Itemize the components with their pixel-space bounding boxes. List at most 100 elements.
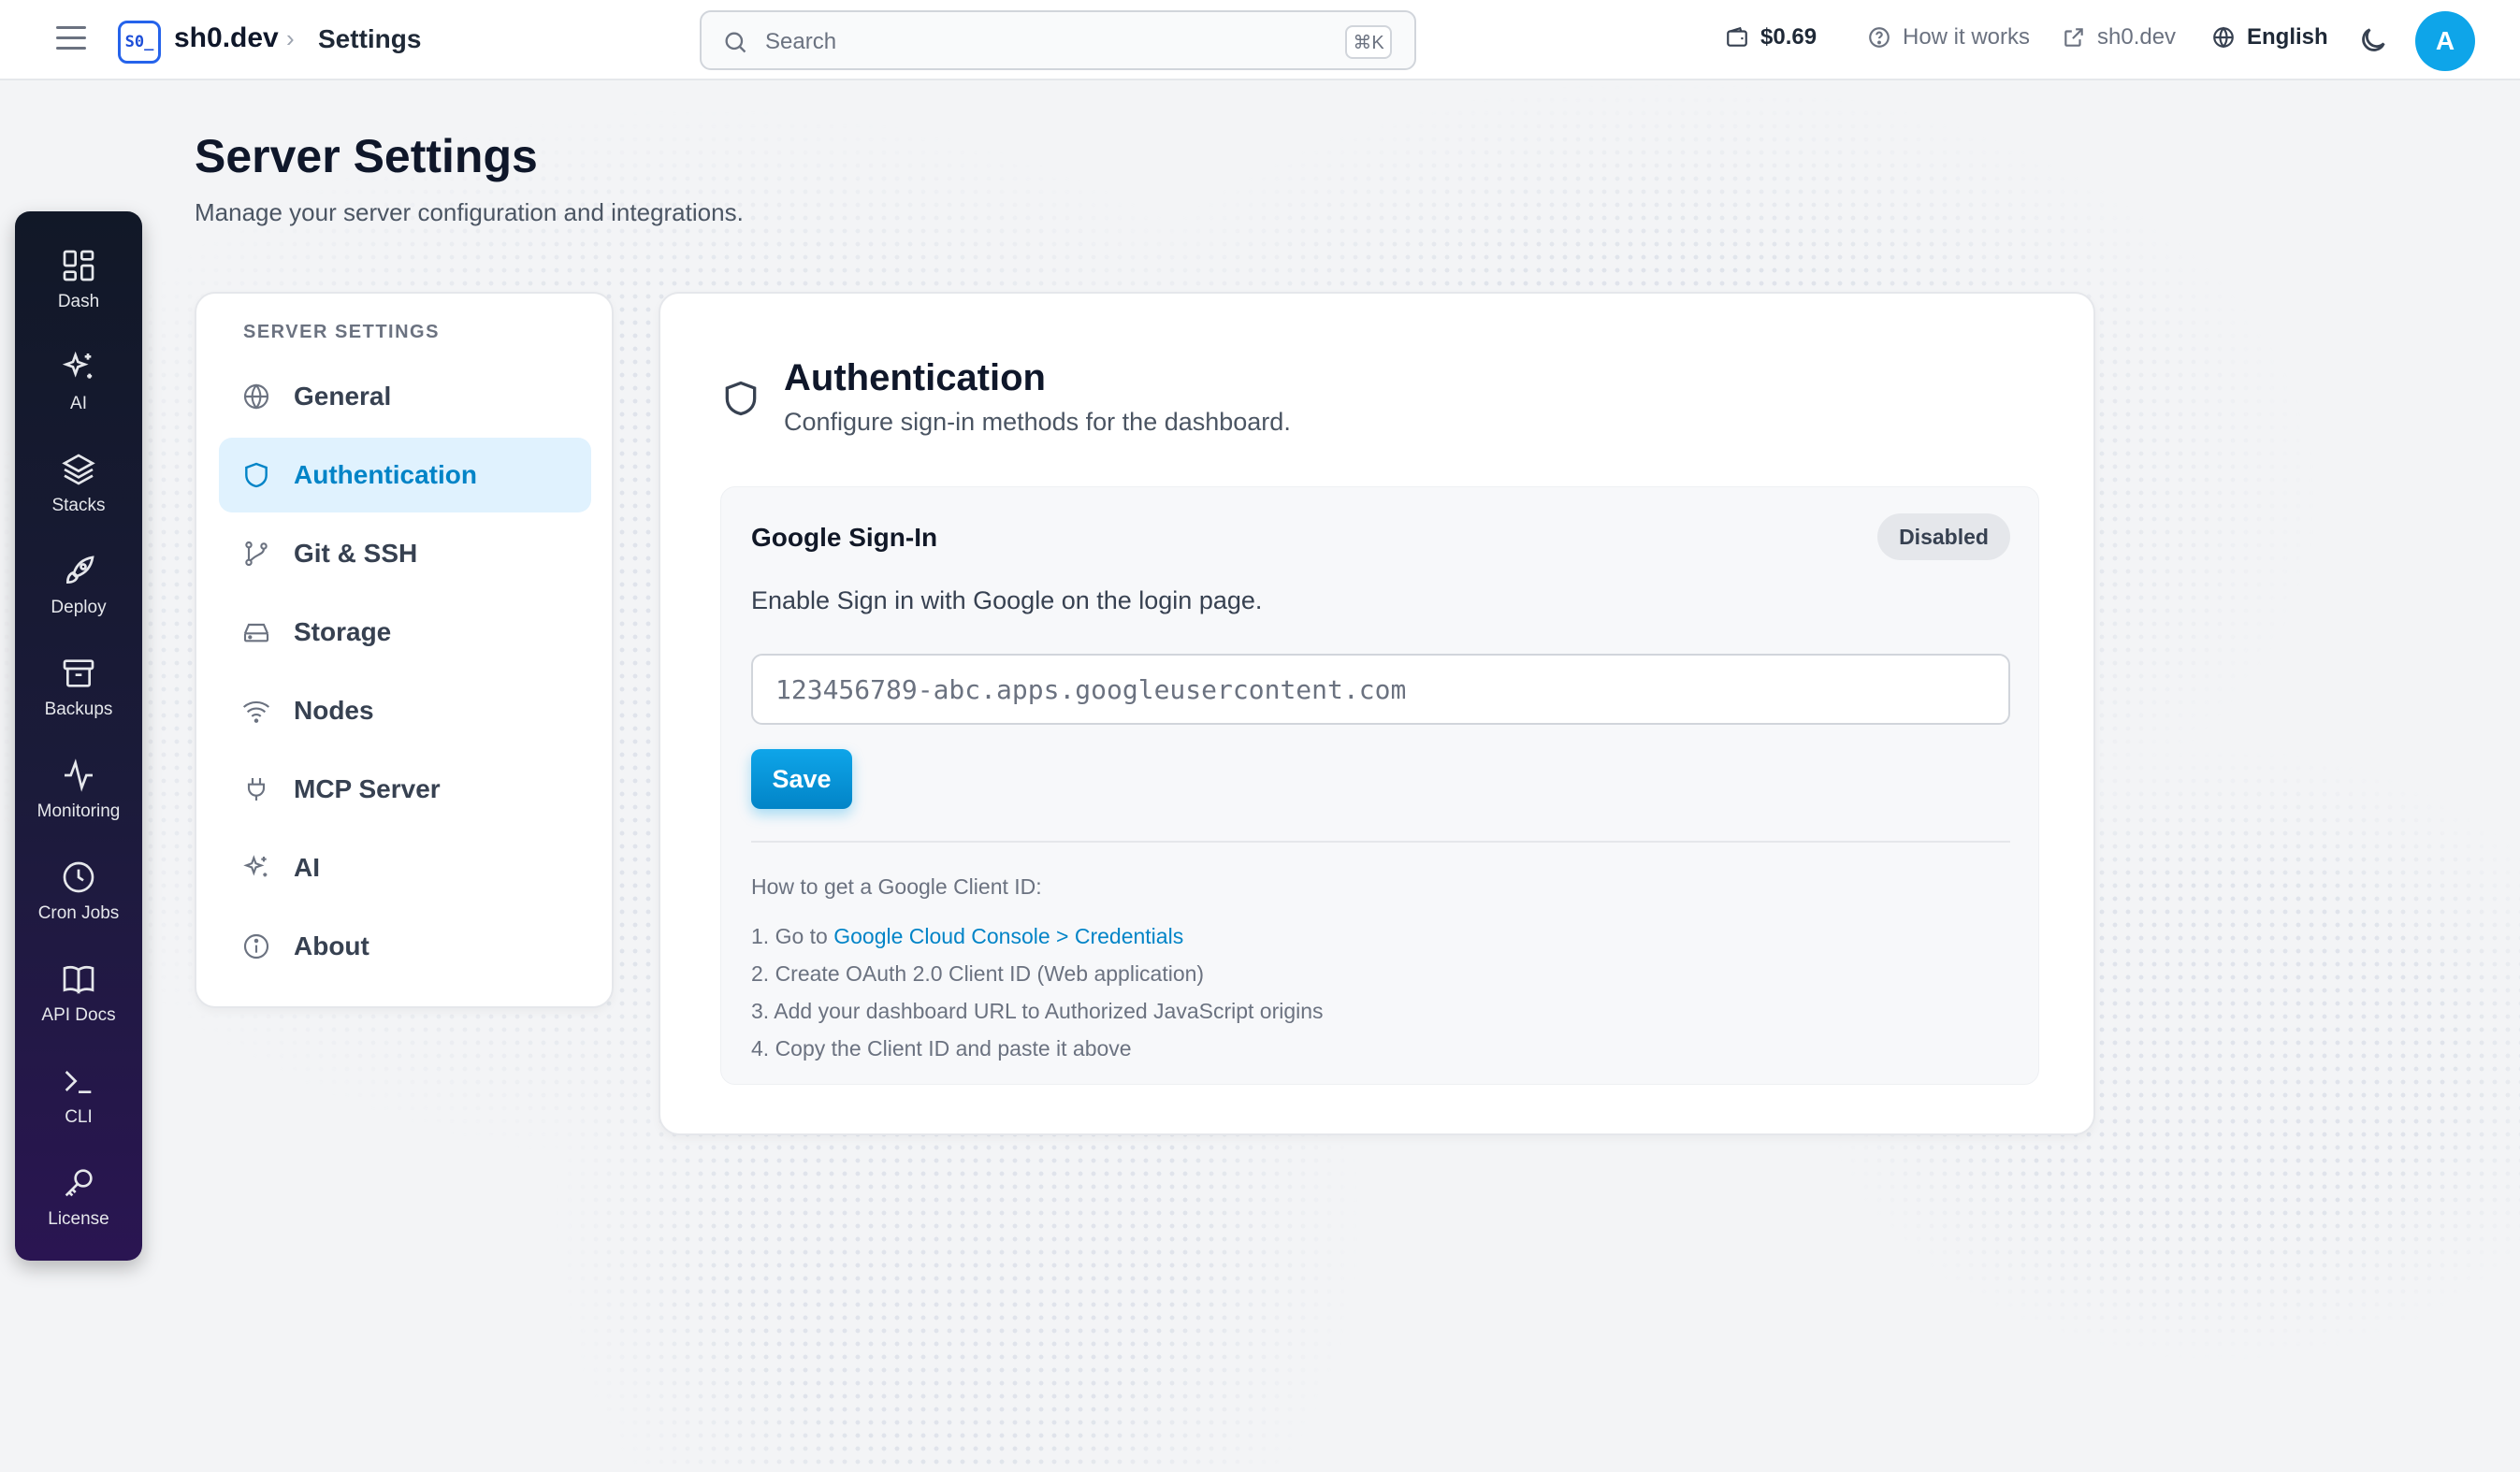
settings-nav-storage[interactable]: Storage	[219, 595, 591, 670]
settings-nav-nodes[interactable]: Nodes	[219, 673, 591, 748]
terminal-icon	[65, 1071, 92, 1093]
dock-item-label: Monitoring	[36, 801, 121, 821]
chevron-right-icon: ›	[286, 24, 295, 52]
search-shortcut: ⌘K	[1345, 25, 1392, 59]
dock-item-monitoring[interactable]: Monitoring	[15, 743, 142, 837]
settings-nav-label: Storage	[294, 617, 392, 646]
dock-item-stacks[interactable]: Stacks	[15, 438, 142, 531]
help-step: 1. Go to Google Cloud Console > Credenti…	[751, 917, 1324, 955]
help-steps: 1. Go to Google Cloud Console > Credenti…	[751, 917, 1324, 1067]
dock-item-label: API Docs	[41, 1005, 116, 1025]
info-icon	[243, 933, 269, 960]
settings-nav-git-ssh[interactable]: Git & SSH	[219, 516, 591, 591]
shield-icon	[725, 381, 757, 416]
section-subtitle: Configure sign-in methods for the dashbo…	[784, 408, 1291, 436]
dock-item-label: Deploy	[51, 598, 107, 617]
language-label: English	[2247, 24, 2328, 50]
dock-item-cron-jobs[interactable]: Cron Jobs	[15, 845, 142, 939]
settings-nav-about[interactable]: About	[219, 909, 591, 984]
language-selector[interactable]: English	[2211, 24, 2328, 51]
search-icon	[725, 32, 746, 53]
wallet-icon	[1727, 26, 1747, 47]
layers-icon	[62, 454, 95, 485]
dock-item-label: CLI	[65, 1107, 93, 1127]
top-bar: S0_ sh0.dev › Settings Search ⌘K $0.69 H…	[0, 0, 2520, 80]
help-step: 3. Add your dashboard URL to Authorized …	[751, 999, 1324, 1023]
dock-item-cli[interactable]: CLI	[15, 1049, 142, 1143]
google-client-id-input[interactable]	[751, 654, 2010, 725]
site-link-label: sh0.dev	[2097, 24, 2177, 50]
globe-icon	[243, 383, 269, 410]
authentication-panel: Authentication Configure sign-in methods…	[659, 292, 2095, 1135]
shield-icon	[245, 462, 268, 488]
external-link-icon	[2064, 28, 2083, 47]
brand-name[interactable]: sh0.dev	[174, 22, 279, 54]
google-sign-in-card: Google Sign-In Disabled Enable Sign in w…	[720, 486, 2039, 1085]
balance-amount: $0.69	[1760, 24, 1818, 50]
dock-item-label: AI	[70, 394, 87, 413]
page-title: Server Settings	[195, 130, 538, 182]
status-badge: Disabled	[1877, 513, 2010, 560]
how-it-works-link[interactable]: How it works	[1867, 24, 2030, 51]
google-sign-in-title: Google Sign-In	[751, 523, 938, 552]
settings-nav-heading: SERVER SETTINGS	[243, 322, 440, 342]
search-placeholder: Search	[765, 29, 837, 54]
settings-nav-label: General	[294, 382, 392, 411]
help-step: 4. Copy the Client ID and paste it above	[751, 1036, 1132, 1061]
rocket-icon	[65, 556, 94, 584]
settings-nav-ai[interactable]: AI	[219, 830, 591, 905]
dock-item-label: Stacks	[51, 496, 106, 515]
sparkles-icon	[243, 855, 268, 877]
help-title: How to get a Google Client ID:	[751, 874, 1042, 899]
activity-icon	[65, 758, 93, 792]
settings-nav-label: Git & SSH	[294, 539, 418, 568]
settings-nav-authentication[interactable]: Authentication	[219, 438, 591, 512]
divider	[751, 841, 2010, 843]
help-step: 2. Create OAuth 2.0 Client ID (Web appli…	[751, 961, 1205, 986]
plug-icon	[247, 778, 266, 801]
key-icon	[65, 1169, 93, 1197]
wifi-icon	[242, 700, 270, 723]
save-button[interactable]: Save	[751, 749, 852, 809]
dock-item-api-docs[interactable]: API Docs	[15, 947, 142, 1041]
settings-nav-label: Authentication	[294, 460, 477, 489]
settings-nav-general[interactable]: General	[219, 359, 591, 434]
help-circle-icon	[1869, 27, 1890, 48]
balance[interactable]: $0.69	[1725, 24, 1817, 51]
dock-item-label: License	[48, 1209, 109, 1229]
clock-icon	[63, 861, 94, 893]
help-step-prefix: 1. Go to	[751, 924, 834, 948]
dock-item-label: Backups	[44, 700, 113, 719]
how-it-works-label: How it works	[1903, 24, 2031, 50]
settings-nav-label: Nodes	[294, 696, 374, 725]
dock-item-deploy[interactable]: Deploy	[15, 540, 142, 633]
dock-item-dash[interactable]: Dash	[15, 234, 142, 327]
settings-nav-mcp-server[interactable]: MCP Server	[219, 752, 591, 827]
book-icon	[63, 965, 94, 994]
dock-item-label: Dash	[57, 292, 100, 311]
page-subtitle: Manage your server configuration and int…	[195, 198, 744, 226]
dock-item-backups[interactable]: Backups	[15, 642, 142, 735]
breadcrumb-current: Settings	[318, 24, 422, 53]
settings-nav: SERVER SETTINGS General Authentication G…	[195, 292, 614, 1008]
settings-nav-label: MCP Server	[294, 774, 441, 803]
logo[interactable]: S0_	[118, 21, 161, 64]
dock-item-label: Cron Jobs	[37, 903, 120, 923]
app-dock: Dash AI Stacks Deploy Backups Monitoring…	[15, 211, 142, 1261]
moon-icon[interactable]	[2357, 24, 2389, 56]
git-branch-icon	[245, 541, 268, 567]
avatar[interactable]: A	[2415, 11, 2475, 71]
settings-nav-label: About	[294, 931, 369, 960]
google-cloud-console-link[interactable]: Google Cloud Console > Credentials	[833, 924, 1183, 948]
menu-icon[interactable]	[56, 26, 86, 54]
site-link[interactable]: sh0.dev	[2062, 24, 2176, 51]
sparkles-icon	[62, 351, 93, 379]
hard-drive-icon	[243, 623, 269, 642]
globe-icon	[2213, 26, 2234, 49]
google-sign-in-description: Enable Sign in with Google on the login …	[751, 586, 1263, 614]
section-title: Authentication	[784, 357, 1046, 398]
dock-item-ai[interactable]: AI	[15, 336, 142, 429]
archive-icon	[63, 659, 94, 687]
dock-item-license[interactable]: License	[15, 1151, 142, 1245]
search-bar[interactable]: Search ⌘K	[700, 10, 1416, 70]
